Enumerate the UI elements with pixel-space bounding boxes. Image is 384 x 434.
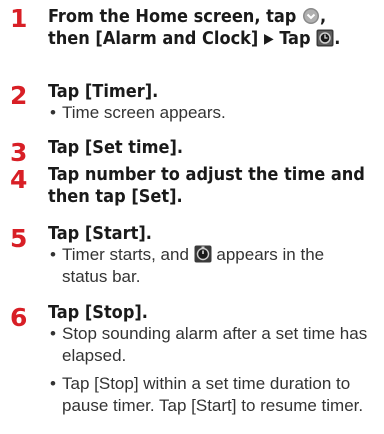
step-title: From the Home screen, tap , then [Alarm … — [48, 6, 341, 49]
step-title: Tap [Timer]. — [48, 81, 159, 102]
step-title: Tap [Stop]. — [48, 302, 148, 323]
step-number: 6 — [10, 303, 28, 332]
step-number: 1 — [10, 4, 28, 33]
step-notes: Stop sounding alarm after a set time has… — [48, 323, 380, 417]
step-title: Tap [Set time]. — [48, 137, 184, 158]
step-number: 5 — [10, 224, 28, 253]
step-number: 3 — [10, 138, 28, 167]
timer-status-icon — [194, 245, 212, 263]
note: Tap [Stop] within a set time duration to… — [48, 373, 380, 417]
note: Timer starts, and appears in the status … — [48, 244, 380, 288]
menu-icon — [303, 8, 320, 24]
step-title: Tap number to adjust the time and then t… — [48, 164, 365, 207]
clock-app-icon — [316, 29, 334, 47]
note: Time screen appears. — [48, 102, 380, 124]
note: Stop sounding alarm after a set time has… — [48, 323, 380, 367]
step-number: 4 — [10, 165, 28, 194]
step-number: 2 — [10, 81, 28, 110]
step-notes: Timer starts, and appears in the status … — [48, 244, 380, 288]
instruction-steps: 1 From the Home screen, tap , then [Alar… — [0, 0, 384, 434]
step-title: Tap [Start]. — [48, 223, 152, 244]
step-notes: Time screen appears. — [48, 102, 380, 124]
